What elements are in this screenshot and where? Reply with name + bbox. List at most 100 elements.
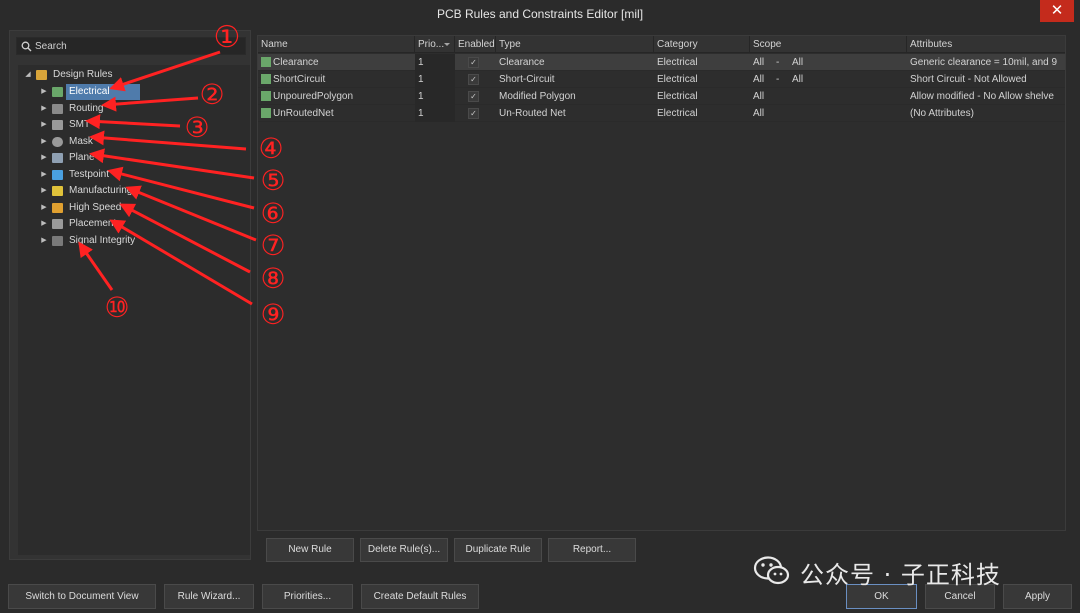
table-row[interactable]: UnpouredPolygon 1 ✓ Modified Polygon Ele… [258,88,1065,105]
column-header-type[interactable]: Type [496,36,654,53]
table-row[interactable]: UnRoutedNet 1 ✓ Un-Routed Net Electrical… [258,105,1065,122]
enabled-checkbox[interactable]: ✓ [468,91,479,102]
enabled-checkbox[interactable]: ✓ [468,74,479,85]
rule-name-cell: ShortCircuit [258,71,415,88]
search-icon [21,41,32,52]
enabled-checkbox[interactable]: ✓ [468,57,479,68]
scope-second-cell: All [792,57,804,68]
apply-button[interactable]: Apply [1003,584,1072,609]
rules-tree: ◢ Design Rules ▶ Electrical ▶ Routing ▶ SMT … [18,65,250,555]
priority-cell: 1 [415,88,455,105]
tree-node-electrical[interactable]: ▶ Electrical [38,84,140,100]
delete-rule-button[interactable]: Delete Rule(s)... [360,538,448,562]
search-box[interactable] [16,37,246,55]
sort-arrow-icon [444,43,450,46]
tree-node-label: Routing [69,103,104,114]
column-header-priority[interactable]: Prio... [415,36,455,53]
routing-icon [52,104,63,114]
column-header-label: Prio... [418,39,445,50]
tree-node-placement[interactable]: ▶ Placement [38,216,119,232]
rule-name-cell: UnRoutedNet [258,105,415,122]
tree-node-mask[interactable]: ▶ Mask [38,134,96,150]
attributes-cell: Allow modified - No Allow shelve [910,91,1054,102]
priority-cell: 1 [415,105,455,122]
tree-node-label: High Speed [69,202,122,213]
type-cell: Short-Circuit [499,74,555,85]
tree-node-testpoint[interactable]: ▶ Testpoint [38,167,112,183]
collapsed-arrow-icon[interactable]: ▶ [38,101,50,117]
title-bar: PCB Rules and Constraints Editor [mil] ✕ [0,0,1080,28]
tree-node-label: Manufacturing [69,185,133,196]
attributes-cell: Short Circuit - Not Allowed [910,74,1027,85]
switch-to-document-view-button[interactable]: Switch to Document View [8,584,156,609]
tree-node-high-speed[interactable]: ▶ High Speed [38,200,124,216]
expand-arrow-icon[interactable]: ◢ [22,67,34,83]
tree-node-label: Electrical [66,84,140,100]
table-row[interactable]: ShortCircuit 1 ✓ Short-Circuit Electrica… [258,71,1065,88]
rule-wizard-button[interactable]: Rule Wizard... [164,584,254,609]
tree-node-label: Signal Integrity [69,235,136,246]
enabled-checkbox[interactable]: ✓ [468,108,479,119]
scope-first-cell: All [753,108,765,119]
enabled-cell: ✓ [455,71,496,88]
column-header-name[interactable]: Name [258,36,415,53]
rule-icon [261,74,271,84]
tree-node-label: Plane [69,152,95,163]
enabled-cell: ✓ [455,54,496,71]
attributes-cell: Generic clearance = 10mil, and 9 [910,57,1058,68]
tree-node-label: Testpoint [69,169,110,180]
wechat-logo-icon [753,556,790,585]
rule-icon [261,91,271,101]
placement-icon [52,219,63,229]
watermark: 公众号 · 子正科技 [752,553,1052,589]
tree-node-routing[interactable]: ▶ Routing [38,101,106,117]
high-speed-icon [52,203,63,213]
collapsed-arrow-icon[interactable]: ▶ [38,150,50,166]
collapsed-arrow-icon[interactable]: ▶ [38,200,50,216]
search-input[interactable] [35,39,240,53]
collapsed-arrow-icon[interactable]: ▶ [38,134,50,150]
grid-header: Name Prio... Enabled Type Category Scope… [258,36,1065,53]
close-button[interactable]: ✕ [1040,0,1074,22]
new-rule-button[interactable]: New Rule [266,538,354,562]
tree-node-signal-integrity[interactable]: ▶ Signal Integrity [38,233,138,249]
plane-icon [52,153,63,163]
priority-cell: 1 [415,54,455,71]
type-cell: Un-Routed Net [499,108,566,119]
rules-tree-panel: ◢Design Rules ▶Electrical ▶Routing ▶SMT … [9,30,251,560]
table-row[interactable]: Clearance 1 ✓ Clearance Electrical All -… [258,54,1065,71]
duplicate-rule-button[interactable]: Duplicate Rule [454,538,542,562]
create-default-rules-button[interactable]: Create Default Rules [361,584,479,609]
scope-first-cell: All [753,91,765,102]
tree-node-label: Placement [69,218,117,229]
tree-node-smt[interactable]: ▶ SMT [38,117,93,133]
collapsed-arrow-icon[interactable]: ▶ [38,233,50,249]
priorities-button[interactable]: Priorities... [262,584,353,609]
column-header-scope[interactable]: Scope [750,36,907,53]
collapsed-arrow-icon[interactable]: ▶ [38,84,50,100]
tree-node-manufacturing[interactable]: ▶ Manufacturing [38,183,135,199]
tree-node-design-rules[interactable]: ◢ Design Rules [22,67,115,83]
rule-icon [261,57,271,67]
scope-second-cell: All [792,74,804,85]
column-header-attributes[interactable]: Attributes [907,36,1065,53]
folder-icon [36,70,47,80]
manufacturing-icon [52,186,63,196]
watermark-text: 公众号 · 子正科技 [800,561,1001,589]
column-header-category[interactable]: Category [654,36,750,53]
signal-integrity-icon [52,236,63,246]
report-button[interactable]: Report... [548,538,636,562]
rule-name: ShortCircuit [273,74,326,85]
mask-icon [52,137,63,147]
enabled-cell: ✓ [455,105,496,122]
collapsed-arrow-icon[interactable]: ▶ [38,117,50,133]
tree-node-plane[interactable]: ▶ Plane [38,150,98,166]
priority-cell: 1 [415,71,455,88]
rule-name: Clearance [273,57,319,68]
column-header-enabled[interactable]: Enabled [455,36,496,53]
type-cell: Modified Polygon [499,91,576,102]
collapsed-arrow-icon[interactable]: ▶ [38,167,50,183]
collapsed-arrow-icon[interactable]: ▶ [38,216,50,232]
collapsed-arrow-icon[interactable]: ▶ [38,183,50,199]
window-title: PCB Rules and Constraints Editor [mil] [436,7,644,21]
